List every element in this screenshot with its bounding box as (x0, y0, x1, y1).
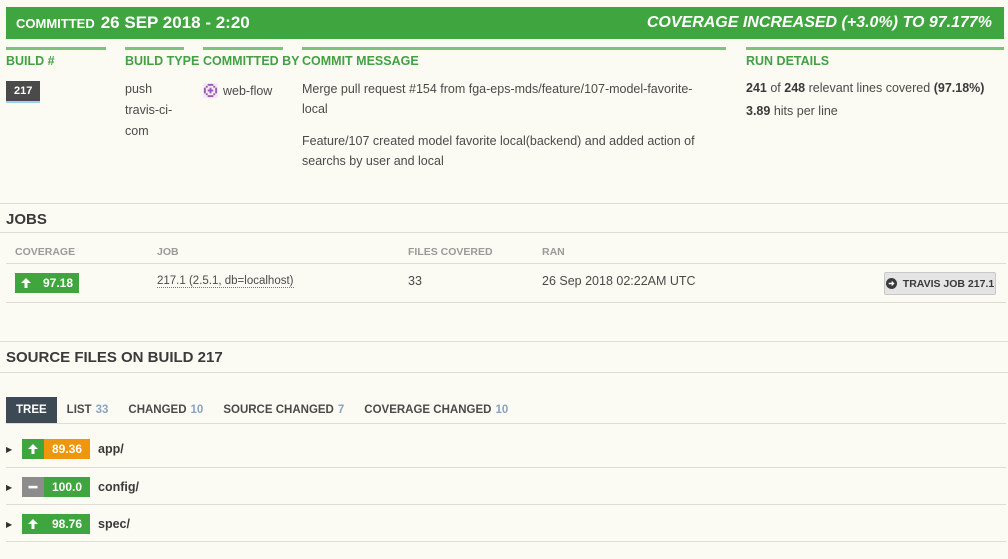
tab-count: 10 (190, 404, 204, 416)
col-header-files-covered[interactable]: Files Covered (408, 246, 493, 258)
commit-message-title: Merge pull request #154 from fga-eps-mds… (302, 82, 693, 116)
tab-label: COVERAGE CHANGED (364, 404, 492, 416)
tab-source-changed[interactable]: SOURCE CHANGED 7 (213, 397, 354, 423)
job-coverage-badge: 97.18 (15, 273, 79, 293)
divider (0, 203, 1008, 204)
covered-count: 241 (746, 81, 767, 95)
build-type-line: travis-ci- (125, 103, 173, 117)
relevant-count: 248 (784, 81, 806, 95)
build-type-line: push (125, 82, 153, 96)
build-number-column: BUILD # 217 (6, 47, 106, 103)
build-type-column: BUILD TYPE push travis-ci- com (125, 47, 199, 142)
arrow-up-icon (22, 439, 44, 459)
relevant-text: relevant lines covered (808, 81, 931, 95)
col-header-ran[interactable]: Ran (542, 246, 565, 258)
tab-list[interactable]: LIST 33 (57, 397, 119, 423)
tree-folder-name[interactable]: config/ (98, 480, 139, 494)
tree-coverage-value: 100.0 (44, 477, 90, 497)
hits-text: hits per line (773, 104, 838, 118)
source-files-tabs: TREE LIST 33 CHANGED 10 SOURCE CHANGED 7… (6, 397, 518, 423)
arrow-up-icon (22, 514, 44, 534)
build-number-heading: BUILD # (6, 47, 106, 71)
commit-message-body: Feature/107 created model favorite local… (302, 134, 695, 168)
commit-message-column: COMMIT MESSAGE Merge pull request #154 f… (302, 47, 726, 183)
of-text: of (770, 81, 781, 95)
row-divider (6, 467, 1006, 468)
coverage-banner: Committed 26 SEP 2018 - 2:20 COVERAGE IN… (6, 7, 1004, 39)
build-type-line: com (125, 124, 149, 138)
committed-date: 26 SEP 2018 - 2:20 (100, 13, 250, 32)
tab-changed[interactable]: CHANGED 10 (118, 397, 213, 423)
tab-tree[interactable]: TREE (6, 397, 57, 423)
travis-job-label: TRAVIS JOB 217.1 (902, 277, 995, 290)
tree-folder-name[interactable]: app/ (98, 442, 124, 456)
committer[interactable]: web-flow (203, 81, 283, 102)
expand-triangle-icon[interactable]: ▶ (6, 520, 16, 529)
committed-by-heading: COMMITTED BY (203, 47, 300, 71)
tab-label: SOURCE CHANGED (223, 404, 334, 416)
divider (0, 341, 1008, 342)
tab-count: 33 (95, 404, 109, 416)
divider (0, 372, 1008, 373)
job-link[interactable]: 217.1 (2.5.1, db=localhost) (157, 275, 294, 288)
hits-per-line: 3.89 hits per line (746, 100, 1004, 123)
tab-label: CHANGED (128, 404, 187, 416)
job-coverage-value: 97.18 (37, 273, 79, 293)
tree-item-config[interactable]: ▶ 100.0 config/ (6, 476, 139, 498)
build-type-heading: BUILD TYPE (125, 47, 199, 71)
tab-label: LIST (66, 404, 92, 416)
row-divider (6, 541, 1006, 542)
tree-folder-name[interactable]: spec/ (98, 517, 130, 531)
tree-item-spec[interactable]: ▶ 98.76 spec/ (6, 513, 130, 535)
tree-coverage-value: 98.76 (44, 514, 90, 534)
source-files-title: SOURCE FILES ON BUILD 217 (6, 349, 223, 366)
run-details-column: RUN DETAILS 241 of 248 relevant lines co… (746, 47, 1004, 123)
col-header-coverage[interactable]: Coverage (15, 246, 75, 258)
coverage-status: COVERAGE INCREASED (+3.0%) TO 97.177% (646, 14, 992, 31)
lines-covered: 241 of 248 relevant lines covered (97.18… (746, 77, 1004, 100)
travis-job-button[interactable]: TRAVIS JOB 217.1 (884, 272, 996, 295)
tab-count: 7 (337, 404, 345, 416)
tab-count: 10 (495, 404, 509, 416)
tab-label: TREE (16, 404, 47, 416)
arrow-up-icon (15, 273, 37, 293)
tree-item-app[interactable]: ▶ 89.36 app/ (6, 438, 124, 460)
committer-name: web-flow (223, 84, 273, 98)
divider (0, 232, 1008, 233)
build-type-value: push travis-ci- com (125, 79, 184, 142)
expand-triangle-icon[interactable]: ▶ (6, 445, 16, 454)
committed-by-column: COMMITTED BY web-flow (203, 47, 300, 102)
ran-value: 26 Sep 2018 02:22AM UTC (542, 274, 696, 288)
jobs-title: JOBS (6, 211, 47, 228)
files-covered-value: 33 (408, 274, 422, 288)
arrow-right-circle-icon (885, 278, 897, 289)
hits-value: 3.89 (746, 104, 771, 118)
tabs-divider (6, 423, 1006, 424)
user-avatar-icon (203, 83, 218, 98)
col-header-job[interactable]: Job (157, 246, 179, 258)
minus-icon (22, 477, 44, 497)
table-header-divider (6, 263, 1006, 264)
row-divider (6, 504, 1006, 505)
expand-triangle-icon[interactable]: ▶ (6, 483, 16, 492)
tab-coverage-changed[interactable]: COVERAGE CHANGED 10 (354, 397, 518, 423)
build-number-badge[interactable]: 217 (6, 81, 41, 103)
table-bottom-divider (6, 302, 1006, 303)
commit-message-heading: COMMIT MESSAGE (302, 47, 726, 71)
committed-label: Committed (16, 16, 95, 31)
covered-percent: (97.18%) (933, 81, 985, 95)
tree-coverage-value: 89.36 (44, 439, 90, 459)
run-details-heading: RUN DETAILS (746, 47, 1004, 71)
